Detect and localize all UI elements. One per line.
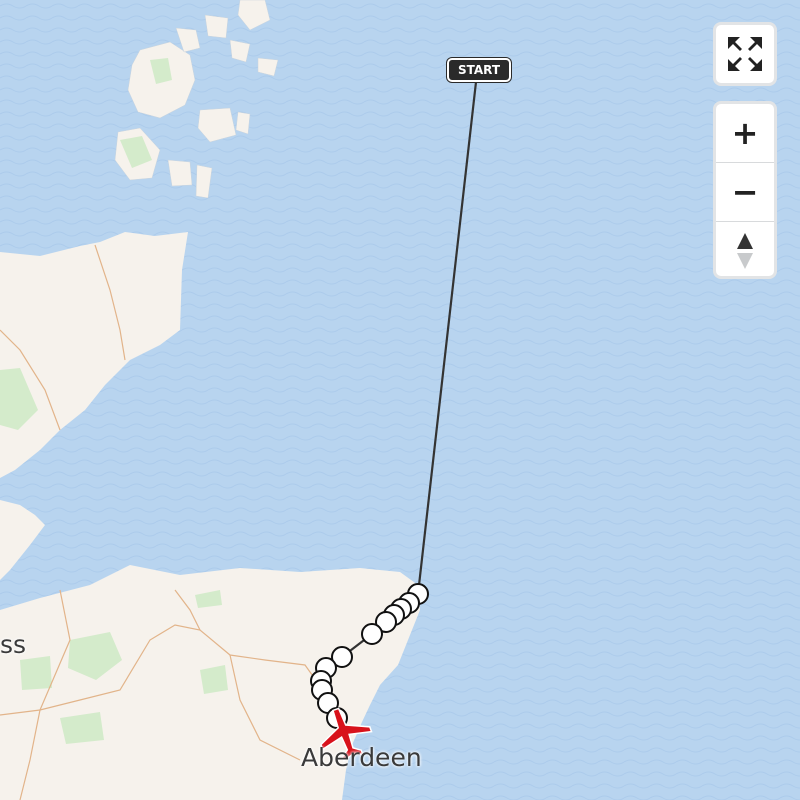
- map-canvas[interactable]: [0, 0, 800, 800]
- fullscreen-icon: [728, 37, 762, 71]
- city-label: Aberdeen: [301, 743, 422, 772]
- zoom-in-button[interactable]: +: [716, 104, 774, 162]
- zoom-control: + −: [713, 101, 777, 279]
- fullscreen-button[interactable]: [716, 25, 774, 83]
- zoom-out-label: −: [731, 173, 759, 211]
- compass-icon: [737, 233, 753, 269]
- track-point: [361, 623, 383, 645]
- compass-button[interactable]: [716, 221, 774, 280]
- fullscreen-control: [713, 22, 777, 86]
- town-label-partial: ss: [0, 630, 27, 659]
- zoom-out-button[interactable]: −: [716, 162, 774, 221]
- zoom-in-label: +: [731, 114, 759, 152]
- start-label: START: [447, 58, 511, 82]
